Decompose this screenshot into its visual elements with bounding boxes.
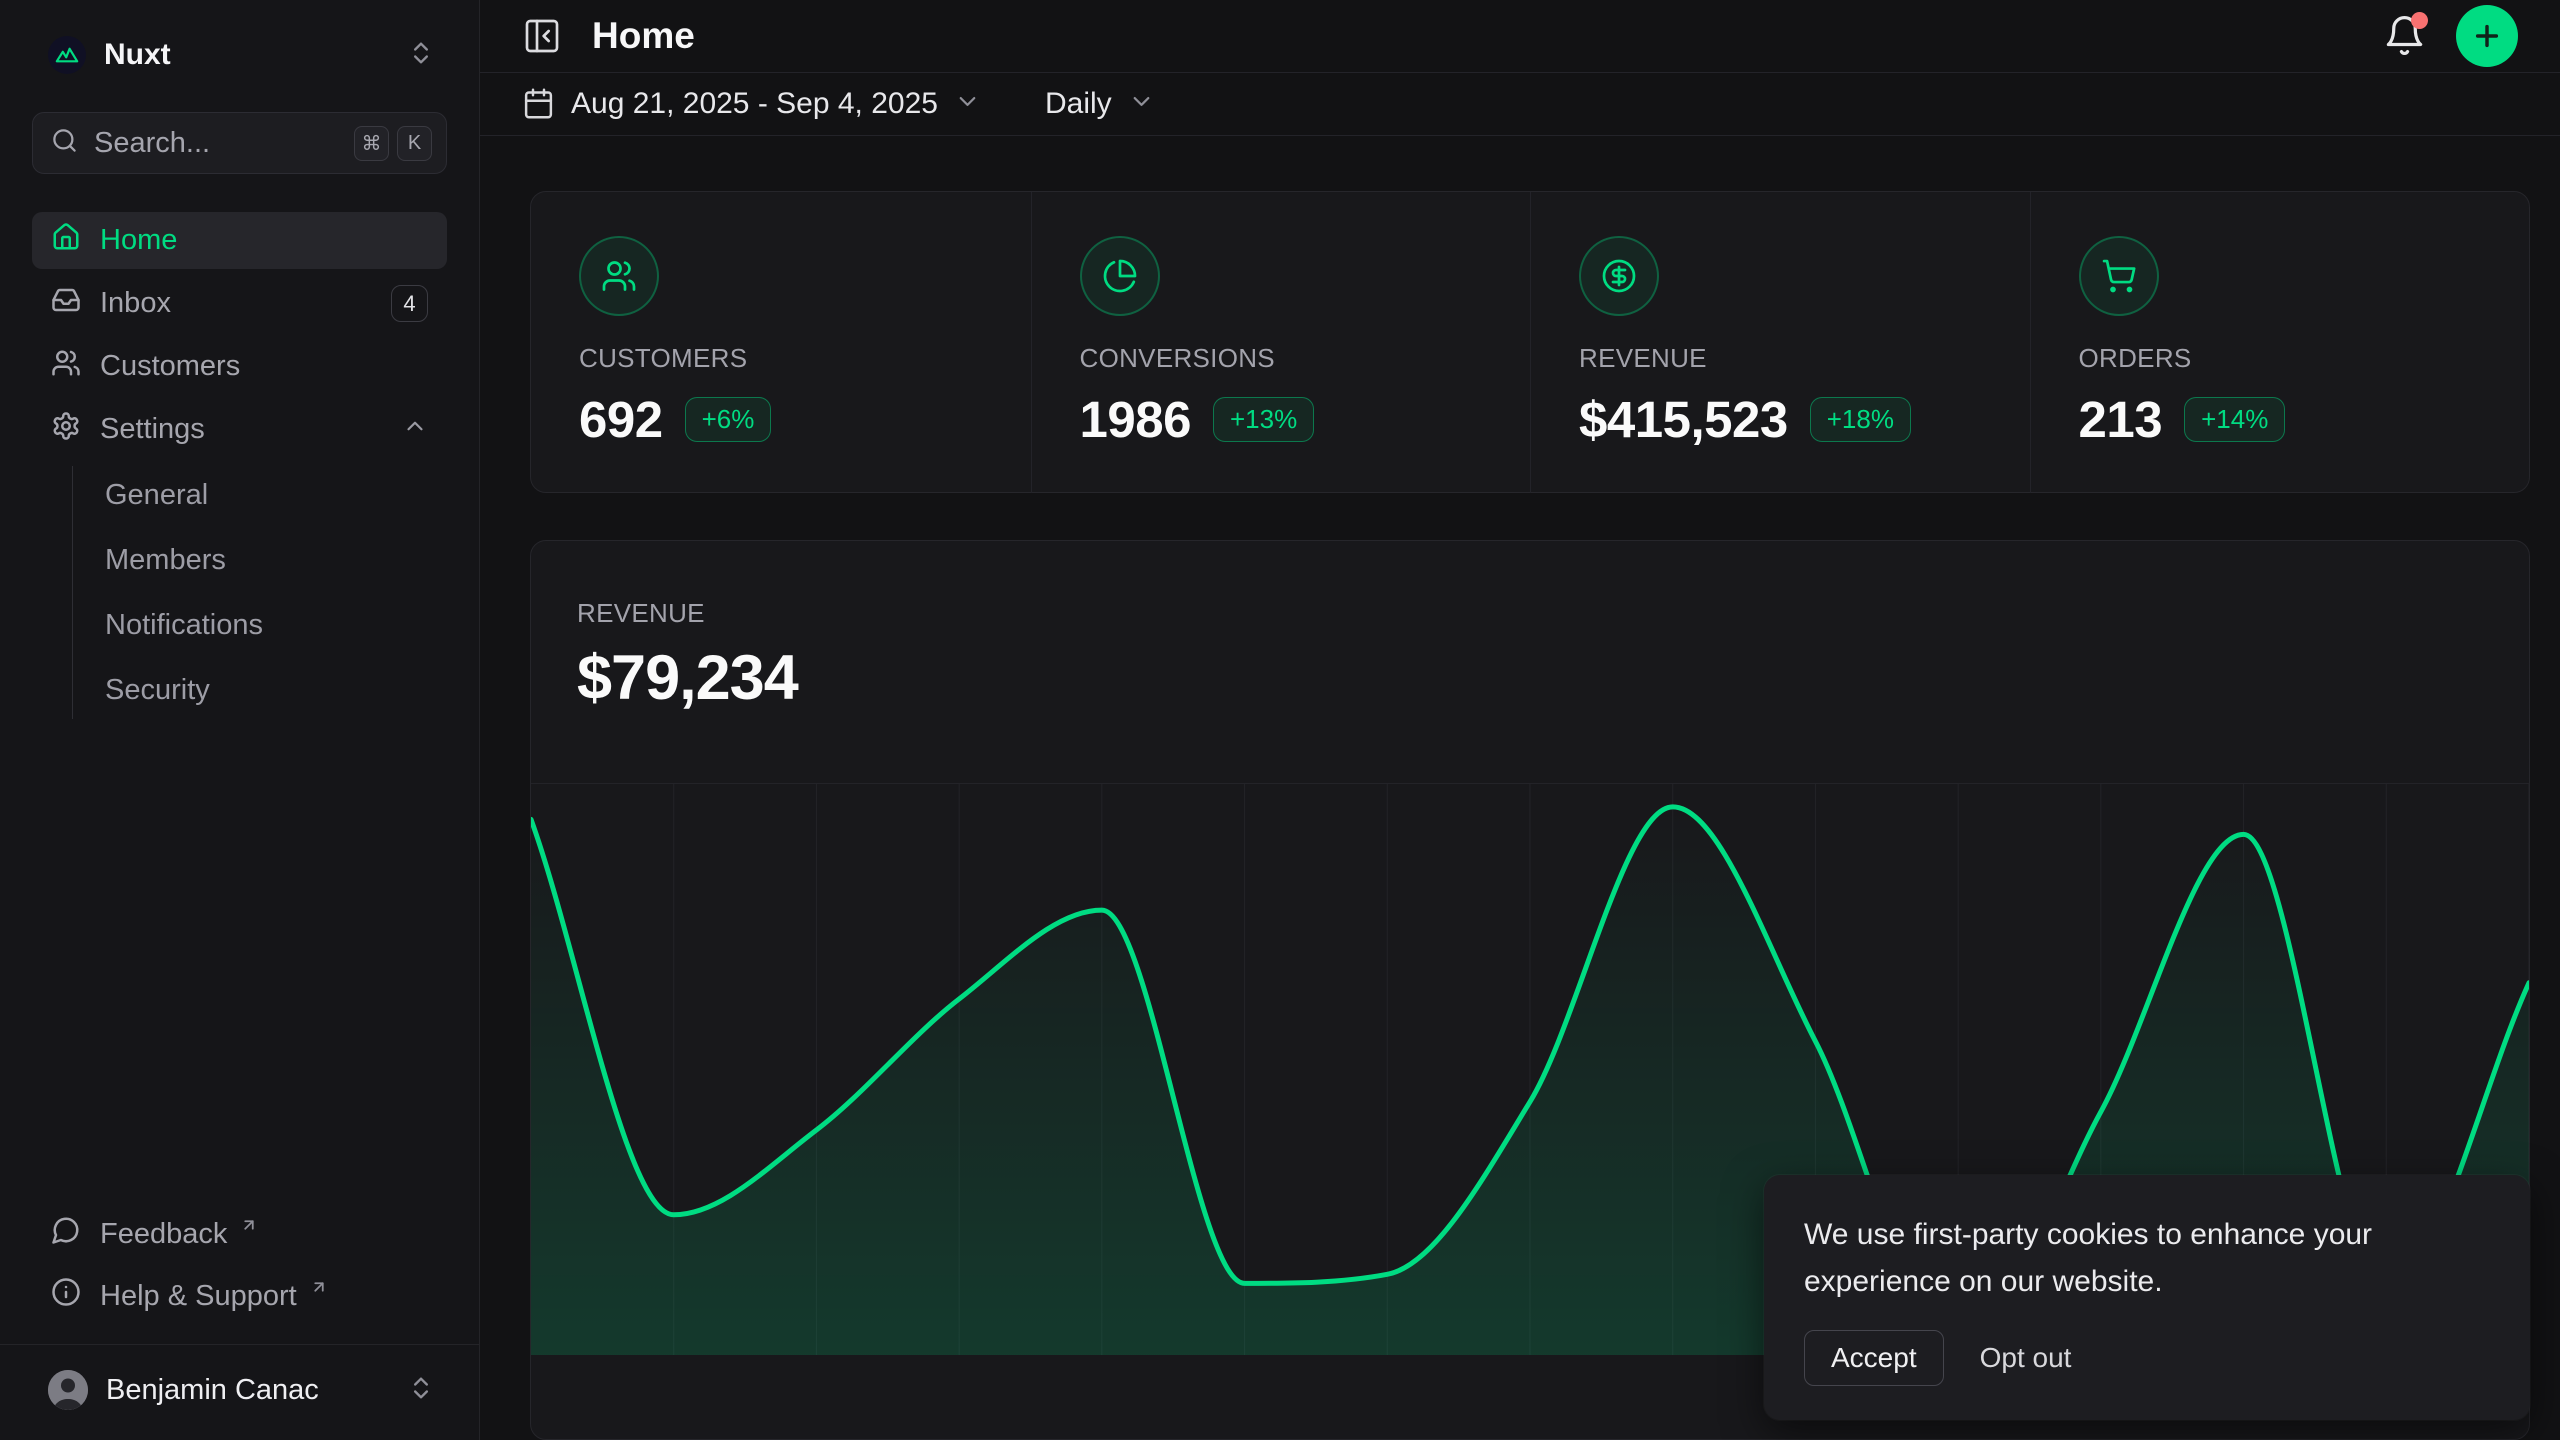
circle-dollar-icon: [1579, 236, 1659, 316]
cookie-message: We use first-party cookies to enhance yo…: [1804, 1211, 2490, 1305]
user-section: Benjamin Canac: [0, 1344, 479, 1440]
stat-value: $415,523: [1579, 390, 1788, 449]
chevron-up-icon: [402, 413, 428, 447]
calendar-icon: [522, 87, 555, 120]
inbox-unread-badge: 4: [391, 285, 428, 322]
user-name: Benjamin Canac: [106, 1374, 319, 1407]
sidebar-item-label: Inbox: [100, 287, 171, 320]
stat-value: 692: [579, 390, 663, 449]
date-range-picker[interactable]: Aug 21, 2025 - Sep 4, 2025: [522, 87, 981, 121]
user-menu[interactable]: Benjamin Canac: [32, 1360, 447, 1420]
stat-label: CUSTOMERS: [579, 343, 983, 374]
sidebar-item-members[interactable]: Members: [73, 531, 447, 589]
gear-icon: [51, 411, 81, 449]
chevrons-up-down-icon: [407, 39, 435, 72]
cookie-banner: We use first-party cookies to enhance yo…: [1764, 1175, 2530, 1420]
panel-left-close-icon[interactable]: [522, 16, 562, 56]
stat-label: REVENUE: [1579, 343, 1982, 374]
sidebar-item-label: Customers: [100, 350, 240, 383]
search-input[interactable]: Search... ⌘ K: [32, 112, 447, 174]
sidebar-item-general[interactable]: General: [73, 466, 447, 524]
sidebar-item-notifications[interactable]: Notifications: [73, 596, 447, 654]
feedback-link[interactable]: Feedback: [32, 1206, 447, 1262]
avatar: [48, 1370, 88, 1410]
inbox-icon: [51, 285, 81, 323]
help-support-label: Help & Support: [100, 1280, 297, 1313]
stat-conversions: CONVERSIONS 1986 +13%: [1031, 192, 1531, 493]
stat-value: 1986: [1080, 390, 1191, 449]
users-icon: [51, 348, 81, 386]
chevrons-up-down-icon: [407, 1374, 435, 1407]
feedback-label: Feedback: [100, 1218, 227, 1251]
sidebar-item-inbox[interactable]: Inbox 4: [32, 275, 447, 332]
period-select[interactable]: Daily: [1045, 87, 1155, 121]
sidebar-nav: Home Inbox 4 Customers Settings: [32, 212, 447, 719]
sidebar-footer: Feedback Help & Support: [32, 1206, 447, 1324]
plus-icon: [2471, 20, 2503, 52]
kbd-k: K: [397, 126, 432, 161]
team-switcher[interactable]: Nuxt: [32, 26, 447, 84]
opt-out-button[interactable]: Opt out: [1980, 1342, 2072, 1374]
stat-delta-badge: +18%: [1810, 397, 1911, 442]
add-button[interactable]: [2456, 5, 2518, 67]
search-placeholder: Search...: [94, 127, 338, 160]
settings-submenu: General Members Notifications Security: [72, 466, 447, 719]
stat-value: 213: [2079, 390, 2163, 449]
date-range-value: Aug 21, 2025 - Sep 4, 2025: [571, 87, 938, 121]
info-circle-icon: [51, 1277, 81, 1315]
stat-label: ORDERS: [2079, 343, 2482, 374]
sidebar-item-settings[interactable]: Settings: [32, 401, 447, 458]
sidebar-item-home[interactable]: Home: [32, 212, 447, 269]
sidebar-item-label: Settings: [100, 413, 205, 446]
sidebar: Nuxt Search... ⌘ K Home: [0, 0, 480, 1440]
filters-toolbar: Aug 21, 2025 - Sep 4, 2025 Daily: [480, 73, 2560, 136]
sidebar-item-customers[interactable]: Customers: [32, 338, 447, 395]
sidebar-item-security[interactable]: Security: [73, 661, 447, 719]
app-root: Nuxt Search... ⌘ K Home: [0, 0, 2560, 1440]
home-icon: [51, 222, 81, 260]
team-name: Nuxt: [104, 38, 171, 72]
accept-button[interactable]: Accept: [1804, 1330, 1944, 1386]
kbd-cmd: ⌘: [354, 126, 389, 161]
stat-revenue: REVENUE $415,523 +18%: [1530, 192, 2030, 493]
revenue-chart-value: $79,234: [577, 642, 2483, 714]
stat-customers: CUSTOMERS 692 +6%: [531, 192, 1031, 493]
nuxt-logo-icon: [48, 36, 86, 74]
users-icon: [579, 236, 659, 316]
help-support-link[interactable]: Help & Support: [32, 1268, 447, 1324]
chevron-down-icon: [954, 88, 981, 120]
stats-summary-card: CUSTOMERS 692 +6% CONVERSIONS 1986 +13%: [530, 191, 2530, 493]
stat-delta-badge: +6%: [685, 397, 772, 442]
stat-delta-badge: +13%: [1213, 397, 1314, 442]
chevron-down-icon: [1128, 88, 1155, 120]
page-title: Home: [592, 15, 695, 57]
message-circle-icon: [51, 1215, 81, 1253]
notifications-button[interactable]: [2383, 14, 2426, 57]
sidebar-item-label: Home: [100, 224, 177, 257]
period-value: Daily: [1045, 87, 1112, 121]
arrow-up-right-icon: [240, 1209, 258, 1242]
stat-delta-badge: +14%: [2184, 397, 2285, 442]
pie-chart-icon: [1080, 236, 1160, 316]
stat-label: CONVERSIONS: [1080, 343, 1483, 374]
revenue-chart-label: REVENUE: [577, 598, 2483, 628]
cart-icon: [2079, 236, 2159, 316]
search-icon: [51, 127, 78, 159]
page-header: Home: [480, 0, 2560, 73]
stat-orders: ORDERS 213 +14%: [2030, 192, 2530, 493]
arrow-up-right-icon: [310, 1271, 328, 1304]
